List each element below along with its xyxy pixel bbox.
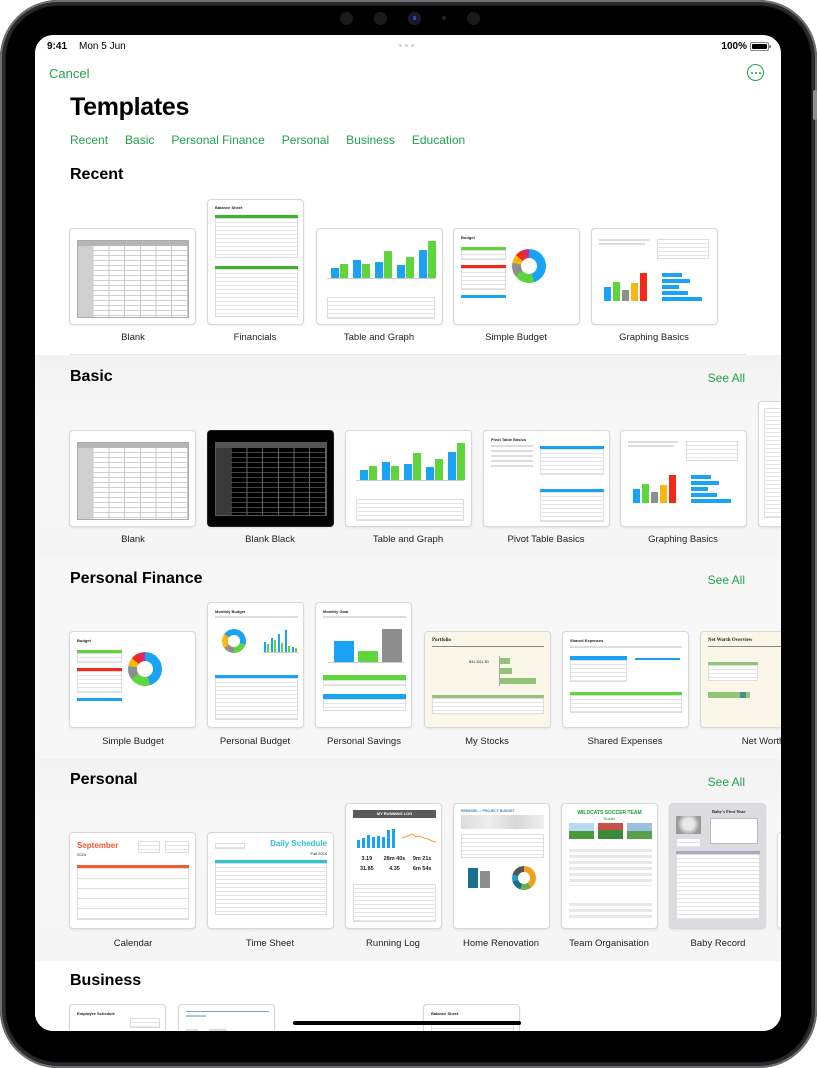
tab-recent[interactable]: Recent [70, 133, 108, 147]
thumbnail[interactable] [591, 228, 718, 325]
status-date: Mon 5 Jun [79, 41, 126, 52]
section-basic: Basic See All Blank Blank Black Table an… [35, 355, 781, 557]
thumbnail[interactable]: Monthly Goal [315, 602, 412, 728]
thumbnail[interactable]: Pivot Table Basics [483, 430, 610, 527]
template-balance-sheet[interactable]: Balance Sheet [423, 1004, 520, 1031]
thumbnail[interactable]: September 2024 [69, 832, 196, 929]
volume-button [813, 90, 817, 120]
thumbnail[interactable]: Budget [453, 228, 580, 325]
ipad-frame: 9:41 Mon 5 Jun 100% Cancel Templates Rec… [0, 0, 817, 1068]
cancel-button[interactable]: Cancel [49, 66, 89, 81]
template-label: Calendar [113, 938, 153, 949]
see-all-button[interactable]: See All [708, 371, 745, 385]
template-invoice[interactable] [178, 1004, 275, 1031]
section-title: Recent [70, 166, 124, 183]
template-label: Running Log [366, 938, 420, 949]
template-label: Simple Budget [485, 332, 547, 343]
template-label: Net Worth [741, 736, 781, 747]
thumbnail[interactable]: Shared Expenses [562, 631, 689, 728]
battery-icon [750, 42, 771, 51]
tab-personal[interactable]: Personal [282, 133, 329, 147]
thumbnail[interactable]: REMODEL – PROJECT BUDGET .donut-solid::a… [453, 803, 550, 929]
thumbnail[interactable]: Daily Schedule Fall 2024 [207, 832, 334, 929]
tab-business[interactable]: Business [346, 133, 395, 147]
battery-percent: 100% [721, 41, 747, 52]
thumbnail[interactable]: WILDCATS SOCCER TEAM Roster [561, 803, 658, 929]
section-title: Basic [70, 368, 113, 385]
template-label: Graphing Basics [648, 534, 718, 545]
section-title: Personal [70, 771, 138, 788]
template-label: Financials [233, 332, 277, 343]
thumbnail[interactable]: Net Worth Overview [700, 631, 781, 728]
category-nav: Recent Basic Personal Finance Personal B… [70, 133, 465, 147]
thumbnail[interactable]: Budget [69, 631, 196, 728]
page-title: Templates [70, 93, 190, 121]
camera-array [340, 10, 480, 26]
thumbnail[interactable] [345, 430, 472, 527]
section-personal-finance: Personal Finance See All Budget Simple B… [35, 557, 781, 759]
thumbnail[interactable] [69, 430, 196, 527]
template-employee-schedule[interactable]: Employee Schedule [69, 1004, 166, 1031]
template-label: Home Renovation [462, 938, 540, 949]
template-label: Graphing Basics [619, 332, 689, 343]
thumbnail[interactable]: MY RUNNING LOG 3.19 28m 40s 9m 21s 31.85 4.… [345, 803, 442, 929]
template-label: Baby Record [690, 938, 746, 949]
thumbnail[interactable] [316, 228, 443, 325]
template-label: Shared Expenses [587, 736, 663, 747]
template-label: Blank [121, 332, 145, 343]
thumbnail[interactable]: Portfolio $11,541.30 [424, 631, 551, 728]
template-label: Personal Savings [327, 736, 401, 747]
see-all-button[interactable]: See All [708, 775, 745, 789]
template-label: Time Sheet [245, 938, 295, 949]
home-indicator[interactable] [293, 1021, 521, 1025]
thumbnail[interactable]: Balance Sheet [207, 199, 304, 325]
see-all-button[interactable]: See All [708, 573, 745, 587]
tab-personal-finance[interactable]: Personal Finance [171, 133, 264, 147]
thumbnail[interactable] [758, 401, 781, 527]
screen: 9:41 Mon 5 Jun 100% Cancel Templates Rec… [35, 35, 781, 1031]
ellipsis-circle-icon[interactable] [747, 64, 764, 81]
section-personal: Personal See All September 2024 Calendar… [35, 759, 781, 961]
template-label: Pivot Table Basics [507, 534, 585, 545]
status-time: 9:41 [47, 41, 68, 52]
thumbnail[interactable]: Baby's First Year [669, 803, 766, 929]
multitasking-dots-icon[interactable] [399, 44, 414, 47]
template-label: Table and Graph [343, 332, 415, 343]
section-title: Personal Finance [70, 570, 203, 587]
section-recent: Recent Blank Balance Sheet Financials Ta… [35, 163, 781, 355]
status-bar: 9:41 Mon 5 Jun 100% [35, 35, 781, 57]
thumbnail[interactable] [620, 430, 747, 527]
template-label: Blank [121, 534, 145, 545]
tab-basic[interactable]: Basic [125, 133, 154, 147]
thumbnail[interactable] [207, 430, 334, 527]
tab-education[interactable]: Education [412, 133, 465, 147]
thumbnail[interactable] [777, 832, 781, 929]
template-label: Simple Budget [102, 736, 164, 747]
template-label: Blank Black [245, 534, 295, 545]
template-label: Personal Budget [219, 736, 291, 747]
section-title: Business [70, 972, 142, 989]
template-label: Table and Graph [372, 534, 444, 545]
template-label: My Stocks [465, 736, 509, 747]
thumbnail[interactable] [69, 228, 196, 325]
template-label: Team Organisation [569, 938, 649, 949]
thumbnail[interactable]: Monthly Budget [207, 602, 304, 728]
